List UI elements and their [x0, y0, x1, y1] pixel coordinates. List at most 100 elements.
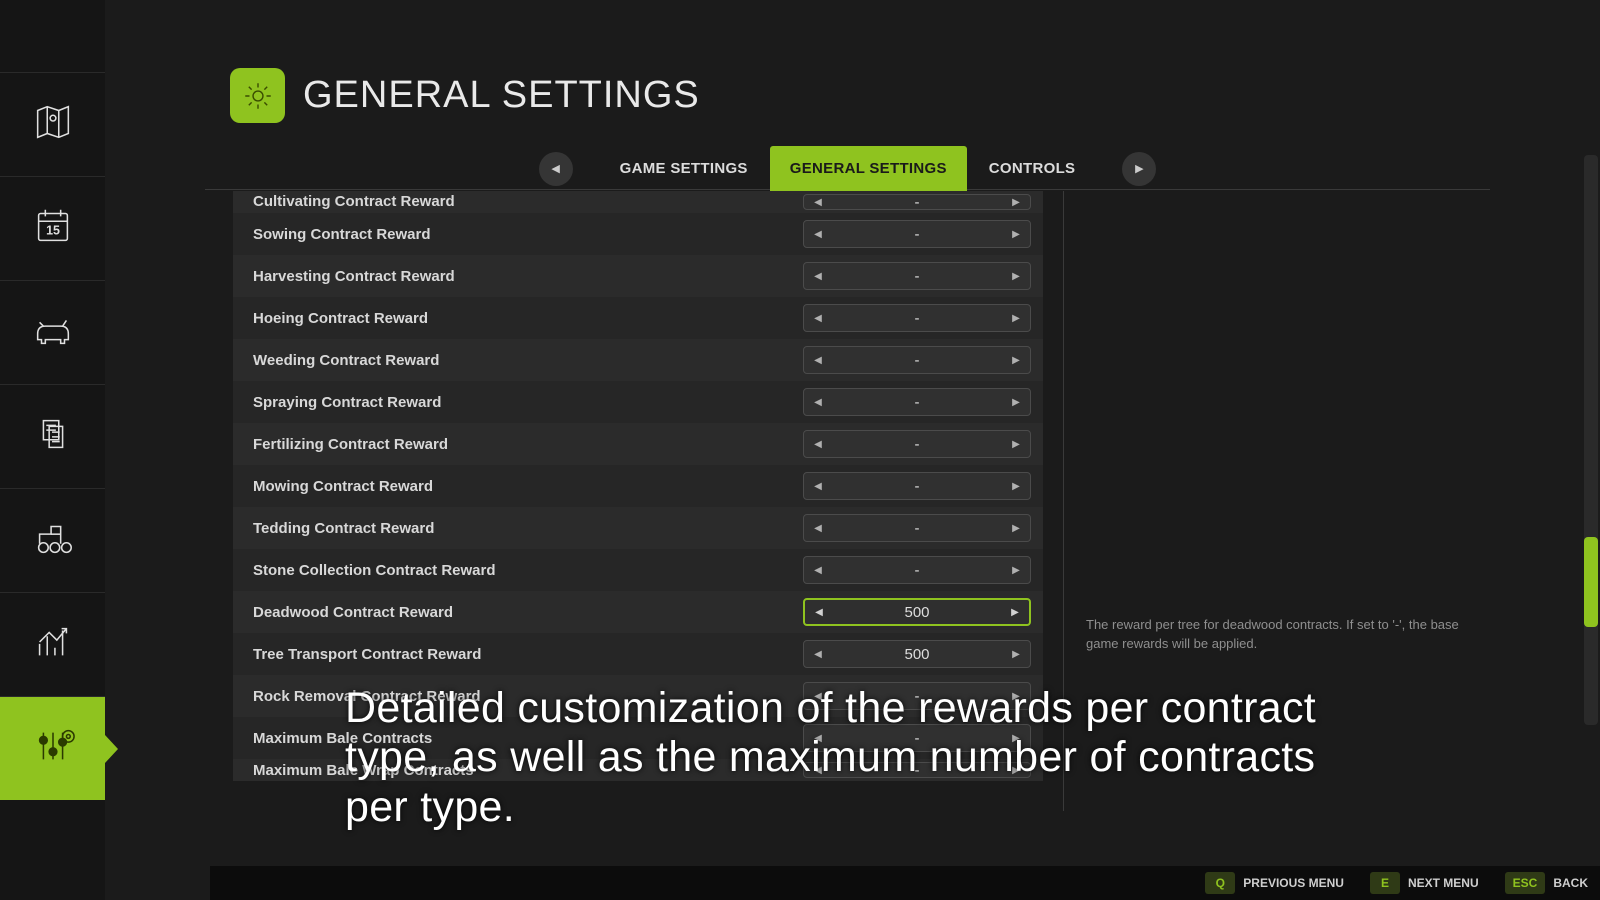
value-stepper[interactable]: ◀-▶ [803, 262, 1031, 290]
stepper-prev[interactable]: ◀ [804, 271, 832, 282]
sidebar-item-statistics[interactable] [0, 592, 105, 696]
page-title: GENERAL SETTINGS [303, 74, 700, 117]
sidebar-item-vehicles[interactable] [0, 488, 105, 592]
setting-label: Spraying Contract Reward [253, 394, 803, 411]
value-stepper[interactable]: ◀-▶ [803, 472, 1031, 500]
stepper-prev[interactable]: ◀ [804, 565, 832, 576]
setting-row[interactable]: Stone Collection Contract Reward◀-▶ [233, 549, 1043, 591]
stepper-value: 500 [832, 646, 1002, 663]
page-header: GENERAL SETTINGS [230, 68, 700, 123]
sidebar-item-map[interactable] [0, 72, 105, 176]
stepper-prev[interactable]: ◀ [804, 313, 832, 324]
setting-row[interactable]: Sowing Contract Reward◀-▶ [233, 213, 1043, 255]
key-q-label: PREVIOUS MENU [1243, 876, 1344, 890]
setting-row[interactable]: Harvesting Contract Reward◀-▶ [233, 255, 1043, 297]
tab-next-button[interactable]: ▶ [1122, 152, 1156, 186]
stepper-next[interactable]: ▶ [1002, 197, 1030, 208]
stepper-value: - [832, 268, 1002, 285]
setting-row[interactable]: Cultivating Contract Reward◀-▶ [233, 191, 1043, 213]
stepper-next[interactable]: ▶ [1001, 607, 1029, 618]
stepper-prev[interactable]: ◀ [804, 229, 832, 240]
stepper-next[interactable]: ▶ [1002, 523, 1030, 534]
main-area: GENERAL SETTINGS ◀ GAME SETTINGS GENERAL… [105, 0, 1600, 900]
value-stepper[interactable]: ◀-▶ [803, 430, 1031, 458]
sidebar-item-calendar[interactable]: 15 [0, 176, 105, 280]
statistics-icon [30, 619, 76, 670]
stepper-prev[interactable]: ◀ [804, 481, 832, 492]
setting-label: Tree Transport Contract Reward [253, 646, 803, 663]
value-stepper[interactable]: ◀-▶ [803, 388, 1031, 416]
stepper-next[interactable]: ▶ [1002, 481, 1030, 492]
stepper-value: - [832, 310, 1002, 327]
stepper-value: - [832, 562, 1002, 579]
gear-icon [230, 68, 285, 123]
stepper-next[interactable]: ▶ [1002, 313, 1030, 324]
value-stepper[interactable]: ◀-▶ [803, 194, 1031, 210]
value-stepper[interactable]: ◀500▶ [803, 640, 1031, 668]
stepper-prev[interactable]: ◀ [804, 439, 832, 450]
tab-general-settings[interactable]: GENERAL SETTINGS [770, 146, 967, 191]
setting-row[interactable]: Tree Transport Contract Reward◀500▶ [233, 633, 1043, 675]
setting-label: Hoeing Contract Reward [253, 310, 803, 327]
key-q: Q [1205, 872, 1235, 894]
setting-row[interactable]: Mowing Contract Reward◀-▶ [233, 465, 1043, 507]
stepper-prev[interactable]: ◀ [804, 197, 832, 208]
animals-icon [30, 307, 76, 358]
value-stepper[interactable]: ◀-▶ [803, 220, 1031, 248]
stepper-value: - [832, 194, 1002, 211]
setting-label: Harvesting Contract Reward [253, 268, 803, 285]
stepper-next[interactable]: ▶ [1002, 229, 1030, 240]
stepper-value: - [832, 352, 1002, 369]
sidebar-item-animals[interactable] [0, 280, 105, 384]
sidebar-item-settings[interactable] [0, 696, 105, 800]
value-stepper[interactable]: ◀-▶ [803, 514, 1031, 542]
stepper-value: 500 [833, 604, 1001, 621]
setting-label: Deadwood Contract Reward [253, 604, 803, 621]
stepper-next[interactable]: ▶ [1002, 439, 1030, 450]
stepper-next[interactable]: ▶ [1002, 355, 1030, 366]
vehicles-icon [30, 515, 76, 566]
stepper-prev[interactable]: ◀ [804, 523, 832, 534]
stepper-prev[interactable]: ◀ [805, 607, 833, 618]
setting-row[interactable]: Hoeing Contract Reward◀-▶ [233, 297, 1043, 339]
tab-prev-button[interactable]: ◀ [539, 152, 573, 186]
scrollbar-track[interactable] [1584, 155, 1598, 725]
value-stepper[interactable]: ◀500▶ [803, 598, 1031, 626]
key-esc: ESC [1505, 872, 1546, 894]
sidebar: 15 [0, 0, 105, 900]
stepper-next[interactable]: ▶ [1002, 565, 1030, 576]
scrollbar-thumb[interactable] [1584, 537, 1598, 627]
stepper-value: - [832, 520, 1002, 537]
stepper-prev[interactable]: ◀ [804, 649, 832, 660]
value-stepper[interactable]: ◀-▶ [803, 346, 1031, 374]
stepper-prev[interactable]: ◀ [804, 397, 832, 408]
stepper-value: - [832, 226, 1002, 243]
tab-controls[interactable]: CONTROLS [969, 146, 1096, 191]
setting-row[interactable]: Fertilizing Contract Reward◀-▶ [233, 423, 1043, 465]
setting-row[interactable]: Deadwood Contract Reward◀500▶ [233, 591, 1043, 633]
setting-row[interactable]: Weeding Contract Reward◀-▶ [233, 339, 1043, 381]
tab-game-settings[interactable]: GAME SETTINGS [600, 146, 768, 191]
footer-shortcuts: Q PREVIOUS MENU E NEXT MENU ESC BACK [210, 866, 1600, 900]
tabs-row: ◀ GAME SETTINGS GENERAL SETTINGS CONTROL… [205, 148, 1490, 190]
stepper-value: - [832, 478, 1002, 495]
value-stepper[interactable]: ◀-▶ [803, 304, 1031, 332]
stepper-next[interactable]: ▶ [1002, 649, 1030, 660]
svg-text:15: 15 [46, 224, 60, 238]
setting-row[interactable]: Tedding Contract Reward◀-▶ [233, 507, 1043, 549]
calendar-icon: 15 [30, 203, 76, 254]
stepper-next[interactable]: ▶ [1002, 271, 1030, 282]
stepper-value: - [832, 436, 1002, 453]
setting-row[interactable]: Spraying Contract Reward◀-▶ [233, 381, 1043, 423]
value-stepper[interactable]: ◀-▶ [803, 556, 1031, 584]
key-e-label: NEXT MENU [1408, 876, 1479, 890]
settings-icon [30, 723, 76, 774]
key-e: E [1370, 872, 1400, 894]
stepper-prev[interactable]: ◀ [804, 355, 832, 366]
sidebar-item-contracts[interactable] [0, 384, 105, 488]
caption-overlay: Detailed customization of the rewards pe… [345, 684, 1380, 832]
key-esc-label: BACK [1553, 876, 1588, 890]
setting-label: Weeding Contract Reward [253, 352, 803, 369]
stepper-next[interactable]: ▶ [1002, 397, 1030, 408]
map-icon [30, 99, 76, 150]
